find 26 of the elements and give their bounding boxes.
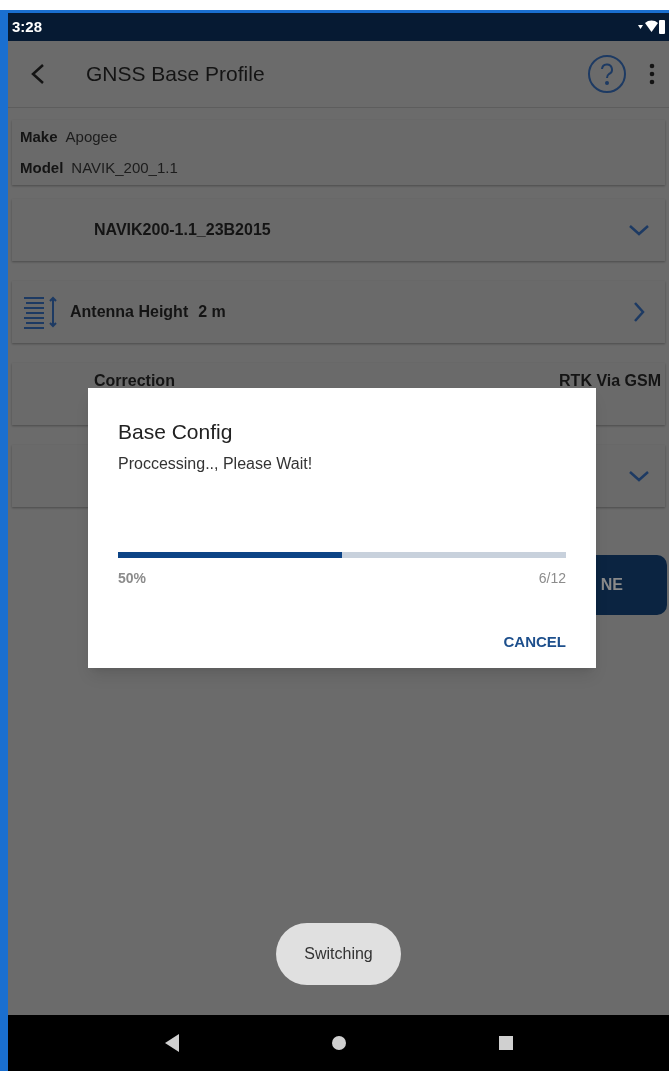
antenna-height-label: Antenna Height xyxy=(70,302,189,322)
progress-percent: 50% xyxy=(118,568,147,588)
screen-title: GNSS Base Profile xyxy=(86,61,265,88)
info-label: Make xyxy=(20,127,58,147)
dropdown-row[interactable]: NAVIK200-1.1_23B2015 xyxy=(12,199,665,261)
home-nav-icon[interactable] xyxy=(331,1035,348,1051)
antenna-height-row[interactable]: Antenna Height 2 m xyxy=(12,281,665,343)
toast: Switching xyxy=(276,923,401,985)
correction-value: RTK Via GSM xyxy=(559,371,661,391)
info-value: NAVIK_200_1.1 xyxy=(71,157,178,178)
cancel-button[interactable]: CANCEL xyxy=(503,630,566,653)
info-value: Apogee xyxy=(65,127,118,147)
antenna-height-value: 2 m xyxy=(198,302,226,322)
dialog-message: Proccessing.., Please Wait! xyxy=(118,453,314,474)
info-label: Model xyxy=(20,157,64,178)
recents-nav-icon[interactable] xyxy=(497,1035,514,1051)
height-list-icon xyxy=(22,295,60,329)
status-icons xyxy=(637,19,665,35)
back-icon[interactable] xyxy=(30,63,46,85)
more-icon[interactable] xyxy=(649,63,655,85)
dropdown-value: NAVIK200-1.1_23B2015 xyxy=(94,220,271,240)
dialog-title: Base Config xyxy=(118,419,234,445)
back-nav-icon[interactable] xyxy=(163,1033,182,1053)
status-time: 3:28 xyxy=(12,16,43,37)
correction-label: Correction xyxy=(94,371,175,391)
progress-count: 6/12 xyxy=(538,568,566,588)
